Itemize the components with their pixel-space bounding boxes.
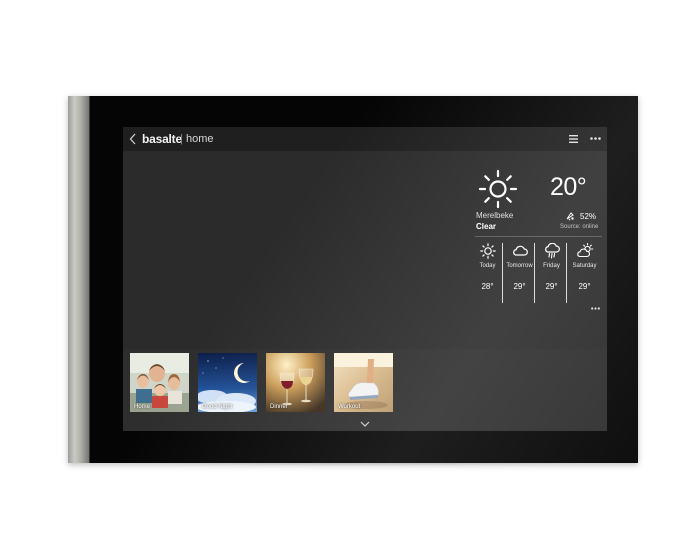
top-bar: basalte | home bbox=[123, 127, 607, 151]
sun-icon bbox=[478, 169, 518, 209]
weather-source: Source: online bbox=[560, 224, 599, 230]
forecast-day: Tomorrow bbox=[506, 263, 533, 269]
touch-screen: basalte | home 20° Merelbeke Clear 52% S… bbox=[123, 127, 607, 431]
partly-cloudy-icon bbox=[576, 243, 593, 258]
wall-panel-device: basalte | home 20° Merelbeke Clear 52% S… bbox=[68, 96, 638, 463]
forecast-tomorrow: Tomorrow 29° bbox=[504, 243, 535, 301]
scene-home[interactable]: Home bbox=[130, 353, 189, 412]
cloud-icon bbox=[512, 245, 528, 256]
humidity-value: 52% bbox=[580, 212, 597, 221]
menu-icon[interactable] bbox=[569, 135, 578, 143]
current-temperature: 20° bbox=[550, 173, 587, 201]
scene-good-night[interactable]: Good Night bbox=[198, 353, 257, 412]
scene-workout[interactable]: Workout bbox=[334, 353, 393, 412]
forecast-day: Saturday bbox=[572, 263, 597, 269]
sun-icon bbox=[479, 243, 496, 259]
brand-name: basalte bbox=[142, 132, 182, 146]
metal-side-edge bbox=[68, 96, 90, 463]
rain-icon bbox=[544, 243, 560, 259]
forecast-today: Today 28° bbox=[472, 243, 503, 301]
weather-divider bbox=[475, 236, 602, 237]
weather-location: Merelbeke bbox=[476, 211, 514, 220]
forecast-temperature: 29° bbox=[513, 282, 526, 291]
forecast-divider bbox=[566, 243, 567, 303]
forecast-temperature: 29° bbox=[545, 282, 558, 291]
more-icon[interactable] bbox=[590, 137, 601, 140]
glass-front: basalte | home 20° Merelbeke Clear 52% S… bbox=[90, 96, 638, 463]
forecast-friday: Friday 29° bbox=[536, 243, 567, 301]
scene-label: Dinner bbox=[270, 404, 288, 410]
forecast-divider bbox=[534, 243, 535, 303]
scenes-panel: Home Good Night Dinner Workout bbox=[123, 349, 607, 431]
scene-label: Home bbox=[134, 404, 151, 410]
forecast-day: Today bbox=[479, 263, 496, 269]
forecast-temperature: 28° bbox=[481, 282, 494, 291]
forecast-temperature: 29° bbox=[578, 282, 591, 291]
brand-separator: | bbox=[180, 133, 183, 145]
forecast-day: Friday bbox=[543, 263, 560, 269]
scene-label: Workout bbox=[338, 404, 361, 410]
back-icon[interactable] bbox=[129, 133, 137, 145]
forecast-more-icon[interactable] bbox=[591, 307, 600, 310]
weather-condition: Clear bbox=[476, 222, 497, 231]
scene-label: Good Night bbox=[202, 404, 233, 410]
chevron-down-icon[interactable] bbox=[360, 421, 370, 427]
room-title: home bbox=[186, 133, 214, 145]
humidity-icon bbox=[566, 212, 574, 221]
forecast-saturday: Saturday 29° bbox=[569, 243, 600, 301]
forecast-divider bbox=[502, 243, 503, 303]
scene-dinner[interactable]: Dinner bbox=[266, 353, 325, 412]
